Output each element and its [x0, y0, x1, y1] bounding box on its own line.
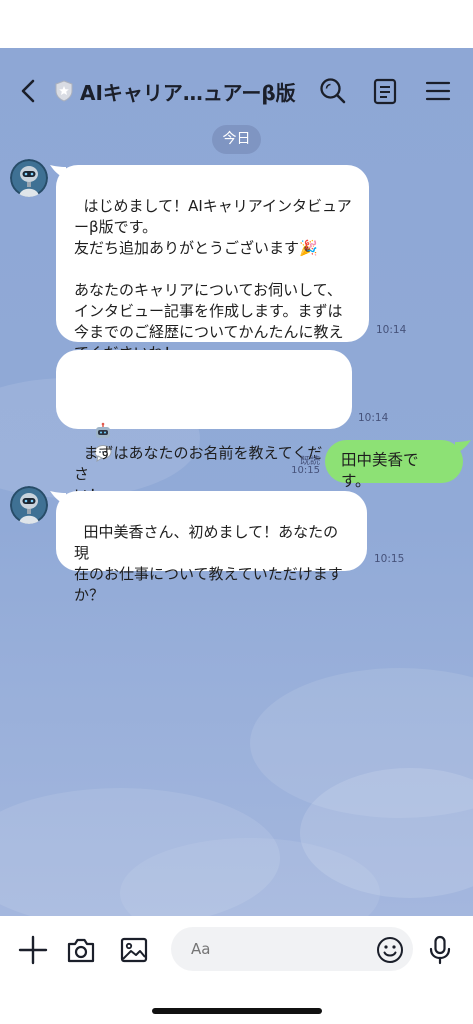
- bot-avatar[interactable]: [10, 159, 48, 197]
- bot-message-text: はじめまして！AIキャリアインタビュア ーβ版です。 友だち追加ありがとうござい…: [74, 197, 352, 362]
- back-chevron-icon[interactable]: [14, 76, 44, 106]
- status-bar-area: [0, 0, 473, 48]
- home-indicator[interactable]: [152, 1008, 322, 1014]
- menu-icon[interactable]: [421, 74, 455, 108]
- robot-emoji-icon: [96, 422, 111, 438]
- message-time: 10:14: [358, 412, 389, 424]
- bubble-tail: [455, 440, 471, 454]
- user-message-bubble[interactable]: 田中美香です。: [325, 440, 463, 490]
- search-icon[interactable]: [316, 74, 350, 108]
- shield-badge-icon: [55, 80, 73, 102]
- bot-message-bubble[interactable]: はじめまして！AIキャリアインタビュア ーβ版です。 友だち追加ありがとうござい…: [56, 165, 369, 362]
- image-icon[interactable]: [117, 933, 151, 967]
- message-time: 10:15: [374, 553, 405, 565]
- chat-title: AIキャリア…ュアーβ版: [80, 80, 296, 105]
- camera-icon[interactable]: [64, 933, 98, 967]
- plus-icon[interactable]: [16, 933, 50, 967]
- message-time: 10:15: [291, 465, 320, 476]
- emoji-face-icon[interactable]: [373, 933, 407, 967]
- bot-message-bubble[interactable]: まずはあなたのお名前を教えてくださ い！: [56, 350, 352, 504]
- microphone-icon[interactable]: [423, 933, 457, 967]
- emoji-row: [74, 400, 336, 462]
- chat-title-group[interactable]: AIキャリア…ュアーβ版: [54, 76, 296, 106]
- message-time: 10:14: [376, 324, 407, 336]
- date-separator: 今日: [212, 125, 261, 154]
- notes-icon[interactable]: [368, 74, 402, 108]
- bot-message-bubble[interactable]: 田中美香さん、初めまして！あなたの現 在のお仕事について教えていただけます か？: [56, 491, 367, 604]
- bot-avatar[interactable]: [10, 486, 48, 524]
